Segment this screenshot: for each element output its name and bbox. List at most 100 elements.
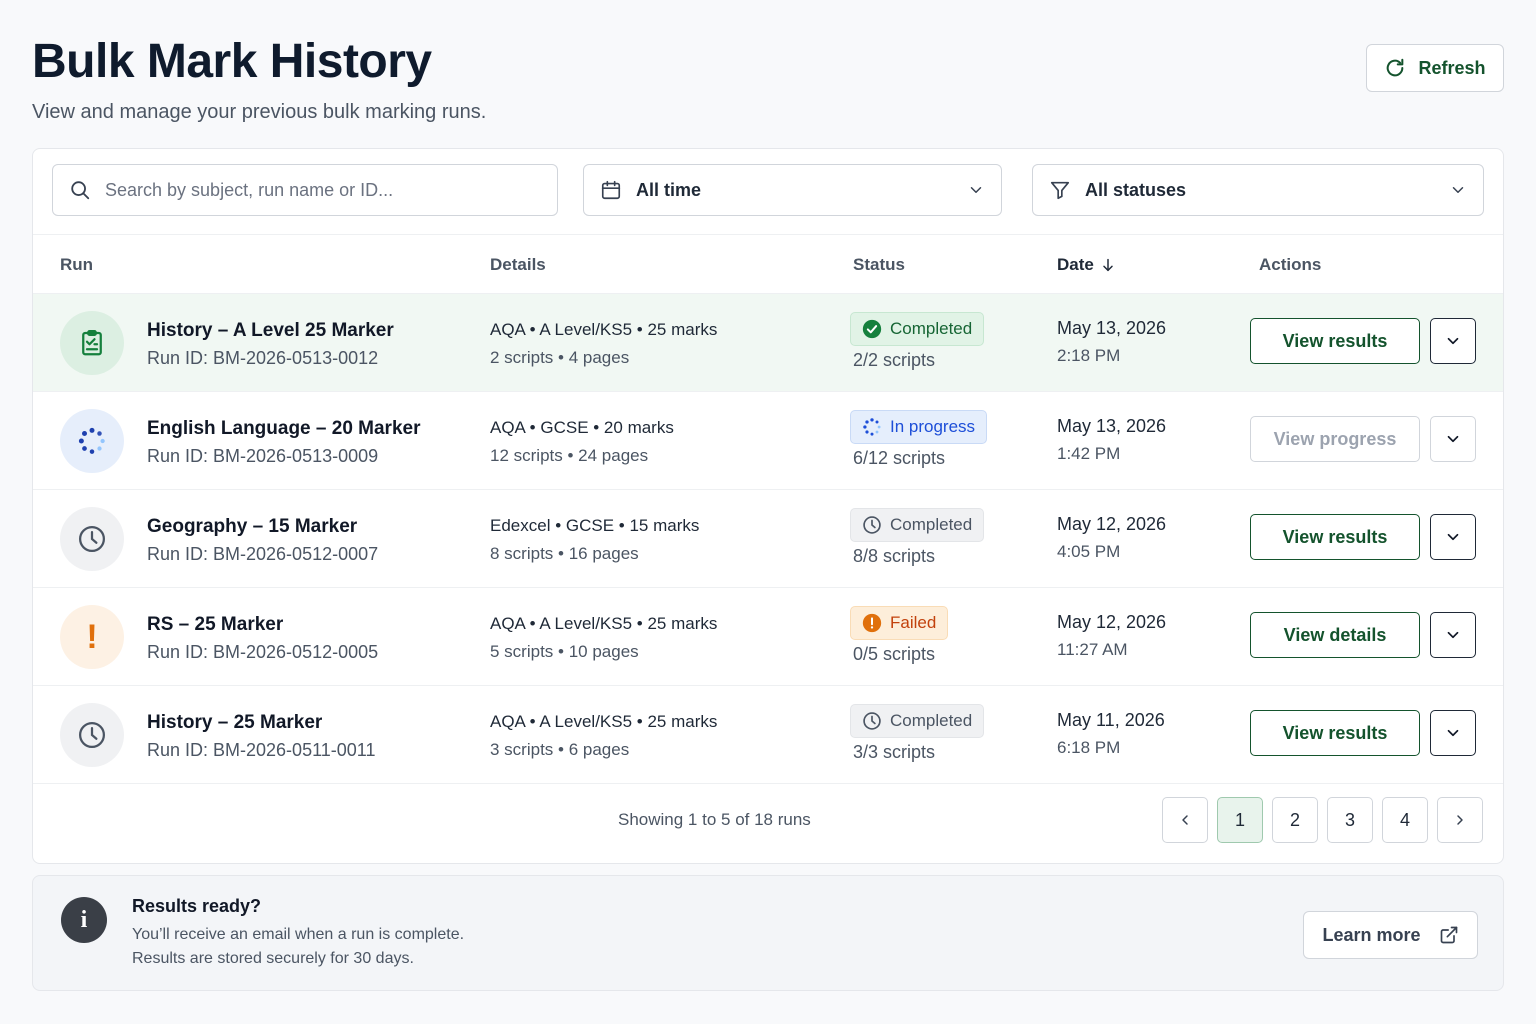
info-text-line1: You’ll receive an email when a run is co… — [132, 926, 465, 943]
scripts-count: 8/8 scripts — [853, 546, 936, 566]
refresh-label: Refresh — [1418, 57, 1486, 78]
page-header: Bulk Mark History View and manage your p… — [32, 34, 1504, 134]
run-id: Run ID: BM-2026-0513-0012 — [147, 348, 379, 368]
runs-card: All time All statuses Run Details Status… — [32, 148, 1504, 864]
run-status-icon — [60, 703, 124, 767]
run-name: RS – 25 Marker — [147, 614, 284, 635]
table-row[interactable]: ! RS – 25 Marker Run ID: BM-2026-0512-00… — [33, 588, 1503, 686]
run-status-icon — [60, 409, 124, 473]
calendar-icon — [601, 180, 621, 200]
scripts-count: 0/5 scripts — [853, 644, 936, 664]
chevron-down-icon — [1447, 337, 1459, 345]
view-results-button[interactable]: View results — [1250, 710, 1420, 756]
run-time: 11:27 AM — [1057, 640, 1128, 659]
run-status-icon — [60, 507, 124, 571]
page-3-button[interactable]: 3 — [1327, 797, 1373, 843]
clock-icon — [863, 516, 881, 534]
view-results-button[interactable]: View results — [1250, 318, 1420, 364]
status-badge: In progress — [850, 410, 988, 444]
run-name: English Language – 20 Marker — [147, 418, 421, 439]
scripts-count: 2/2 scripts — [853, 350, 936, 370]
run-id: Run ID: BM-2026-0511-0011 — [147, 740, 376, 760]
prev-page-button[interactable] — [1162, 797, 1208, 843]
run-name: History – 25 Marker — [147, 712, 323, 733]
time-filter-value: All time — [636, 179, 702, 200]
run-time: 4:05 PM — [1057, 542, 1121, 561]
status-label: Failed — [890, 613, 937, 632]
row-menu-button[interactable] — [1430, 416, 1476, 462]
page-4-button[interactable]: 4 — [1382, 797, 1428, 843]
view-details-button[interactable]: View details — [1250, 612, 1420, 658]
column-header-date[interactable]: Date — [1057, 255, 1116, 275]
status-filter-select[interactable]: All statuses — [1032, 164, 1484, 216]
table-header: Run Details Status Date Actions — [33, 234, 1503, 294]
run-details-spec: AQA • A Level/KS5 • 25 marks — [490, 712, 718, 731]
learn-more-button[interactable]: Learn more — [1303, 911, 1478, 959]
column-header-actions: Actions — [1259, 255, 1322, 274]
page-2-button[interactable]: 2 — [1272, 797, 1318, 843]
refresh-button[interactable]: Refresh — [1366, 44, 1504, 92]
clipboard-icon — [82, 330, 102, 356]
next-page-button[interactable] — [1437, 797, 1483, 843]
run-time: 2:18 PM — [1057, 346, 1121, 365]
run-date: May 12, 2026 — [1057, 514, 1167, 534]
learn-more-label: Learn more — [1322, 924, 1421, 945]
view-results-button[interactable]: View results — [1250, 514, 1420, 560]
status-badge: Failed — [850, 606, 949, 640]
info-banner: i Results ready? You’ll receive an email… — [32, 875, 1504, 991]
alert-circle-icon — [862, 613, 882, 633]
chevron-down-icon — [970, 187, 982, 193]
run-date: May 13, 2026 — [1057, 318, 1167, 338]
page-1-button[interactable]: 1 — [1217, 797, 1263, 843]
info-title: Results ready? — [132, 896, 262, 916]
run-details-size: 12 scripts • 24 pages — [490, 446, 649, 465]
pagination: 1 2 3 4 — [1162, 797, 1483, 843]
exclamation-icon: ! — [60, 605, 124, 669]
status-filter-value: All statuses — [1085, 179, 1187, 200]
sort-down-icon — [1103, 258, 1113, 272]
status-label: Completed — [890, 515, 973, 534]
run-details-size: 2 scripts • 4 pages — [490, 348, 630, 367]
page-title: Bulk Mark History — [32, 35, 432, 88]
run-details-spec: AQA • A Level/KS5 • 25 marks — [490, 614, 718, 633]
run-date: May 13, 2026 — [1057, 416, 1167, 436]
info-text-line2: Results are stored securely for 30 days. — [132, 950, 414, 967]
search-input[interactable] — [105, 179, 525, 201]
chevron-right-icon — [1457, 815, 1463, 825]
column-header-status: Status — [853, 255, 905, 274]
scripts-count: 6/12 scripts — [853, 448, 946, 468]
table-row[interactable]: Geography – 15 Marker Run ID: BM-2026-05… — [33, 490, 1503, 588]
table-row[interactable]: English Language – 20 Marker Run ID: BM-… — [33, 392, 1503, 490]
scripts-count: 3/3 scripts — [853, 742, 936, 762]
row-menu-button[interactable] — [1430, 710, 1476, 756]
status-label: Completed — [890, 319, 973, 338]
chevron-left-icon — [1182, 815, 1188, 825]
run-time: 1:42 PM — [1057, 444, 1121, 463]
chevron-down-icon — [1447, 729, 1459, 737]
table-row[interactable]: History – 25 Marker Run ID: BM-2026-0511… — [33, 686, 1503, 784]
search-field[interactable] — [52, 164, 558, 216]
run-id: Run ID: BM-2026-0512-0005 — [147, 642, 379, 662]
filter-bar: All time All statuses — [52, 164, 1484, 216]
run-time: 6:18 PM — [1057, 738, 1121, 757]
run-id: Run ID: BM-2026-0513-0009 — [147, 446, 379, 466]
column-header-details: Details — [490, 255, 546, 274]
view-progress-button[interactable]: View progress — [1250, 416, 1420, 462]
run-details-size: 5 scripts • 10 pages — [490, 642, 639, 661]
chevron-down-icon — [1447, 533, 1459, 541]
check-circle-icon — [862, 319, 882, 339]
run-details-spec: AQA • GCSE • 20 marks — [490, 418, 674, 437]
clock-icon — [863, 712, 881, 730]
chevron-down-icon — [1452, 187, 1464, 193]
row-menu-button[interactable] — [1430, 612, 1476, 658]
row-menu-button[interactable] — [1430, 318, 1476, 364]
chevron-down-icon — [1447, 631, 1459, 639]
search-icon — [71, 181, 90, 200]
time-filter-select[interactable]: All time — [583, 164, 1002, 216]
status-badge: Completed — [850, 508, 985, 542]
run-id: Run ID: BM-2026-0512-0007 — [147, 544, 379, 564]
table-row[interactable]: History – A Level 25 Marker Run ID: BM-2… — [33, 294, 1503, 392]
chevron-down-icon — [1447, 435, 1459, 443]
row-menu-button[interactable] — [1430, 514, 1476, 560]
run-name: History – A Level 25 Marker — [147, 320, 394, 341]
